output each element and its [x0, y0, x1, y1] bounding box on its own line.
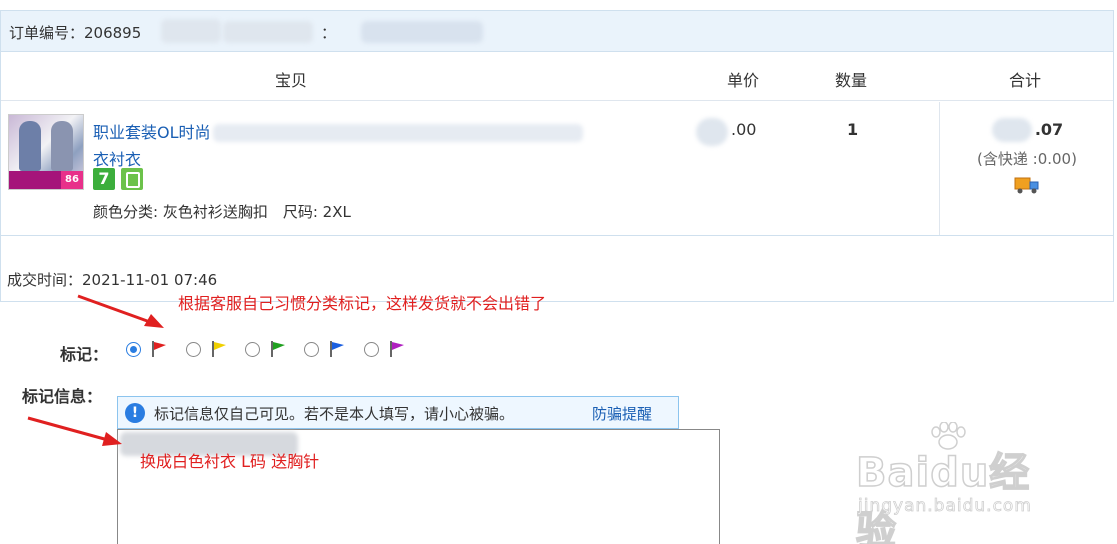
annotation-top: 根据客服自己习惯分类标记，这样发货就不会出错了 [178, 294, 547, 313]
flag-radio[interactable] [186, 342, 201, 357]
yellow-flag-icon [212, 341, 226, 357]
order-header: 订单编号：206895 ： [1, 11, 1113, 52]
redacted-blur [161, 19, 221, 43]
total-amount: .07 [1034, 120, 1064, 139]
flag-radio[interactable] [364, 342, 379, 357]
flag-radio[interactable] [245, 342, 260, 357]
flag-option-green[interactable] [245, 340, 295, 360]
watermark-url: jingyan.baidu.com [858, 496, 1032, 517]
purple-flag-icon [390, 341, 404, 357]
mark-info-label: 标记信息： [22, 387, 103, 406]
shipping-fee: (含快递 :0.00) [977, 150, 1077, 168]
col-total: 合计 [1009, 71, 1042, 90]
flag-radio[interactable] [126, 342, 141, 357]
unit-price: .00 [731, 120, 757, 139]
col-item: 宝贝 [275, 71, 308, 90]
green-flag-icon [271, 341, 285, 357]
security-tip-bar: ! 标记信息仅自己可见。若不是本人填写，请小心被骗。 防骗提醒 [117, 396, 679, 429]
annotation-arrow [27, 416, 122, 446]
consumer-guarantee-icon [121, 168, 143, 190]
item-title-link-cont[interactable]: 衣衬衣 [93, 146, 141, 170]
flag-radio[interactable] [304, 342, 319, 357]
blue-flag-icon [330, 341, 344, 357]
deal-time: 成交时间：2021-11-01 07:46 [7, 271, 218, 289]
watermark-brand: Baidu经验 [855, 449, 1031, 544]
redacted-blur [213, 124, 583, 142]
seven-day-return-icon: 7 [93, 168, 115, 190]
column-header: 宝贝 单价 数量 合计 [1, 53, 1113, 101]
red-flag-icon [152, 341, 166, 357]
item-attributes: 颜色分类: 灰色衬衫送胸扣 尺码: 2XL [93, 203, 351, 221]
baidu-watermark: Baidu经验 jingyan.baidu.com [855, 422, 1056, 544]
flag-option-purple[interactable] [364, 340, 414, 360]
flag-option-yellow[interactable] [186, 340, 236, 360]
truck-icon[interactable] [1014, 175, 1040, 195]
tip-text: 标记信息仅自己可见。若不是本人填写，请小心被骗。 [154, 405, 515, 423]
mark-label: 标记： [60, 345, 109, 364]
order-card: 订单编号：206895 ： 宝贝 单价 数量 合计 86 职业套装OL时尚 衣衬… [0, 10, 1114, 302]
product-thumbnail[interactable]: 86 [8, 114, 84, 190]
total-cell: .07 (含快递 :0.00) [939, 102, 1113, 235]
order-field-separator: ： [321, 24, 337, 42]
redacted-blur [223, 21, 313, 43]
info-icon: ! [125, 403, 145, 423]
annotation-bottom: 换成白色衬衣 L码 送胸针 [140, 452, 320, 471]
redacted-blur [696, 118, 728, 146]
col-price: 单价 [727, 71, 760, 90]
col-quantity: 数量 [835, 71, 868, 90]
flag-option-red[interactable] [126, 340, 176, 360]
thumb-figure [19, 121, 41, 171]
item-quantity: 1 [847, 120, 859, 139]
item-title-link[interactable]: 职业套装OL时尚 [93, 119, 211, 143]
mark-info-textarea[interactable] [117, 429, 720, 544]
annotation-arrow [77, 294, 164, 328]
flag-option-blue[interactable] [304, 340, 354, 360]
thumb-tag: 86 [61, 171, 83, 189]
anti-fraud-link[interactable]: 防骗提醒 [592, 403, 652, 424]
order-number: 订单编号：206895 [9, 24, 142, 42]
redacted-blur [361, 21, 483, 43]
thumb-figure [51, 121, 73, 171]
item-row: 86 职业套装OL时尚 衣衬衣 7 颜色分类: 灰色衬衫送胸扣 尺码: 2XL … [1, 102, 1113, 236]
